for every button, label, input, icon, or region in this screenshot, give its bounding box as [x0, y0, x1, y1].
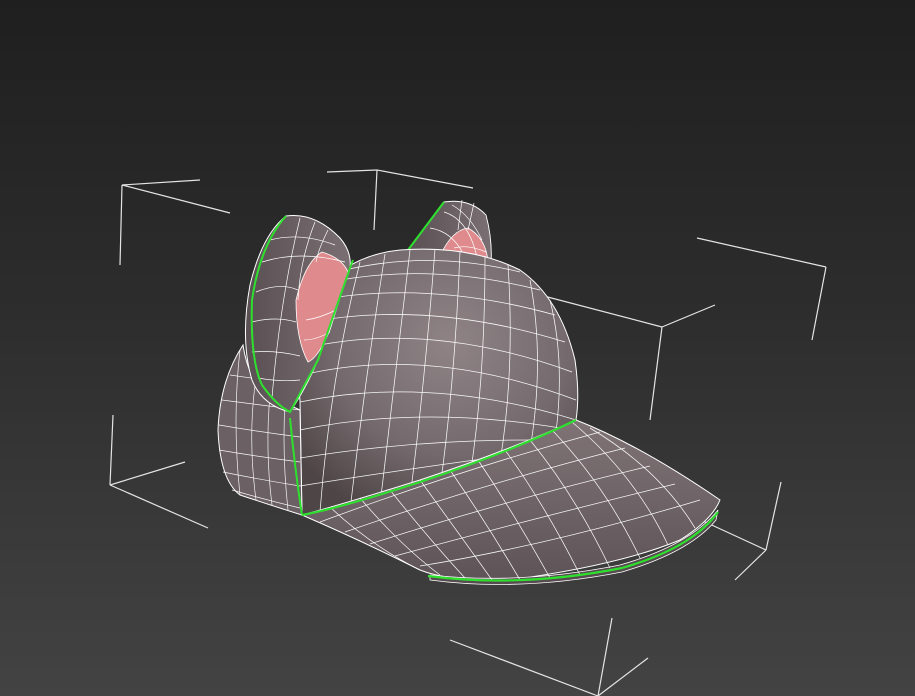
bbox-corner-bottom-left	[109, 414, 209, 529]
bbox-corner-bottom-front	[449, 617, 649, 696]
bbox-corner-top-left-back	[119, 179, 231, 266]
bbox-corner-top-right	[696, 237, 827, 341]
scene-canvas[interactable]	[0, 0, 915, 696]
3d-viewport[interactable]	[0, 0, 915, 696]
